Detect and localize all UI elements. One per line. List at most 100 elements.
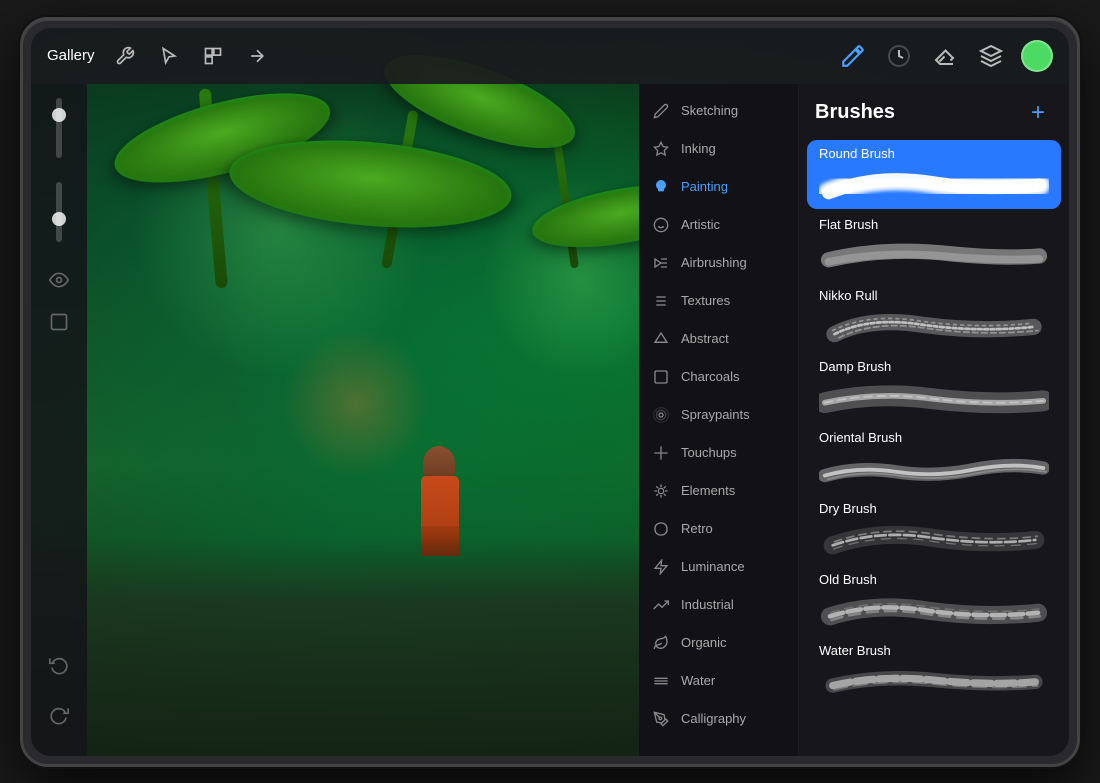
brush-water-preview (819, 662, 1049, 700)
category-artistic[interactable]: Artistic (639, 206, 798, 244)
category-calligraphy[interactable]: Calligraphy (639, 700, 798, 738)
brush-water[interactable]: Water Brush (807, 637, 1061, 706)
category-airbrushing-label: Airbrushing (681, 255, 747, 270)
brush-dry-name: Dry Brush (819, 501, 1049, 516)
spraypaints-icon (651, 405, 671, 425)
brush-flat[interactable]: Flat Brush (807, 211, 1061, 280)
undo-redo-group (41, 644, 77, 736)
opacity-thumb (52, 108, 66, 122)
category-retro[interactable]: Retro (639, 510, 798, 548)
category-touchups-label: Touchups (681, 445, 737, 460)
airbrushing-icon (651, 253, 671, 273)
category-inking[interactable]: Inking (639, 130, 798, 168)
square-icon[interactable] (41, 304, 77, 340)
color-picker[interactable] (1021, 40, 1053, 72)
category-textures-label: Textures (681, 293, 730, 308)
category-luminance[interactable]: Luminance (639, 548, 798, 586)
brush-size-slider[interactable] (56, 182, 62, 242)
touchups-icon (651, 443, 671, 463)
category-industrial[interactable]: Industrial (639, 586, 798, 624)
brush-round-name: Round Brush (819, 146, 1049, 161)
brush-damp[interactable]: Damp Brush (807, 353, 1061, 422)
luminance-icon (651, 557, 671, 577)
volume-button[interactable] (20, 220, 23, 260)
painting-icon (651, 177, 671, 197)
category-organic[interactable]: Organic (639, 624, 798, 662)
brush-list: Brushes + Round Brush (799, 84, 1069, 756)
category-water-label: Water (681, 673, 715, 688)
brushes-title: Brushes (815, 101, 895, 124)
calligraphy-icon (651, 709, 671, 729)
category-sketching-label: Sketching (681, 103, 738, 118)
undo-button[interactable] (41, 647, 77, 683)
brush-flat-name: Flat Brush (819, 217, 1049, 232)
category-water[interactable]: Water (639, 662, 798, 700)
category-elements[interactable]: Elements (639, 472, 798, 510)
brush-flat-preview (819, 236, 1049, 274)
retro-icon (651, 519, 671, 539)
category-abstract[interactable]: Abstract (639, 320, 798, 358)
brush-old-preview (819, 591, 1049, 629)
layers-icon[interactable] (975, 40, 1007, 72)
brush-nikko[interactable]: Nikko Rull (807, 282, 1061, 351)
category-textures[interactable]: Textures (639, 282, 798, 320)
category-luminance-label: Luminance (681, 559, 745, 574)
water-icon (651, 671, 671, 691)
charcoals-icon (651, 367, 671, 387)
brush-old[interactable]: Old Brush (807, 566, 1061, 635)
power-button[interactable] (1077, 360, 1080, 420)
smudge-tool-icon[interactable] (883, 40, 915, 72)
glow-3 (281, 328, 431, 478)
transform-icon[interactable] (199, 42, 227, 70)
category-inking-label: Inking (681, 141, 716, 156)
brush-oriental[interactable]: Oriental Brush (807, 424, 1061, 493)
category-painting[interactable]: Painting (639, 168, 798, 206)
size-thumb (52, 212, 66, 226)
category-spraypaints[interactable]: Spraypaints (639, 396, 798, 434)
category-sketching[interactable]: Sketching (639, 92, 798, 130)
erase-tool-icon[interactable] (929, 40, 961, 72)
organic-icon (651, 633, 671, 653)
selection-icon[interactable] (155, 42, 183, 70)
settings-icon[interactable] (111, 42, 139, 70)
category-elements-label: Elements (681, 483, 735, 498)
category-touchups[interactable]: Touchups (639, 434, 798, 472)
brush-round-preview (819, 165, 1049, 203)
brush-oriental-preview (819, 449, 1049, 487)
brush-old-name: Old Brush (819, 572, 1049, 587)
left-sidebar (31, 84, 87, 756)
brush-nikko-name: Nikko Rull (819, 288, 1049, 303)
gallery-button[interactable]: Gallery (47, 47, 95, 64)
sketching-icon (651, 101, 671, 121)
tablet-frame: Gallery (20, 17, 1080, 767)
category-calligraphy-label: Calligraphy (681, 711, 746, 726)
category-airbrushing[interactable]: Airbrushing (639, 244, 798, 282)
brush-damp-name: Damp Brush (819, 359, 1049, 374)
brush-round[interactable]: Round Brush (807, 140, 1061, 209)
brush-oriental-name: Oriental Brush (819, 430, 1049, 445)
abstract-icon (651, 329, 671, 349)
textures-icon (651, 291, 671, 311)
category-painting-label: Painting (681, 179, 728, 194)
category-organic-label: Organic (681, 635, 727, 650)
brush-dry[interactable]: Dry Brush (807, 495, 1061, 564)
arrow-icon[interactable] (243, 42, 271, 70)
visibility-icon[interactable] (41, 262, 77, 298)
category-charcoals[interactable]: Charcoals (639, 358, 798, 396)
category-retro-label: Retro (681, 521, 713, 536)
brush-tool-icon[interactable] (837, 40, 869, 72)
opacity-slider[interactable] (56, 98, 62, 158)
inking-icon (651, 139, 671, 159)
brush-damp-preview (819, 378, 1049, 416)
add-brush-button[interactable]: + (1023, 98, 1053, 128)
category-artistic-label: Artistic (681, 217, 720, 232)
industrial-icon (651, 595, 671, 615)
toolbar: Gallery (31, 28, 1069, 84)
category-charcoals-label: Charcoals (681, 369, 740, 384)
category-industrial-label: Industrial (681, 597, 734, 612)
category-spraypaints-label: Spraypaints (681, 407, 750, 422)
artistic-icon (651, 215, 671, 235)
screen: Gallery (31, 28, 1069, 756)
redo-button[interactable] (41, 697, 77, 733)
category-abstract-label: Abstract (681, 331, 729, 346)
